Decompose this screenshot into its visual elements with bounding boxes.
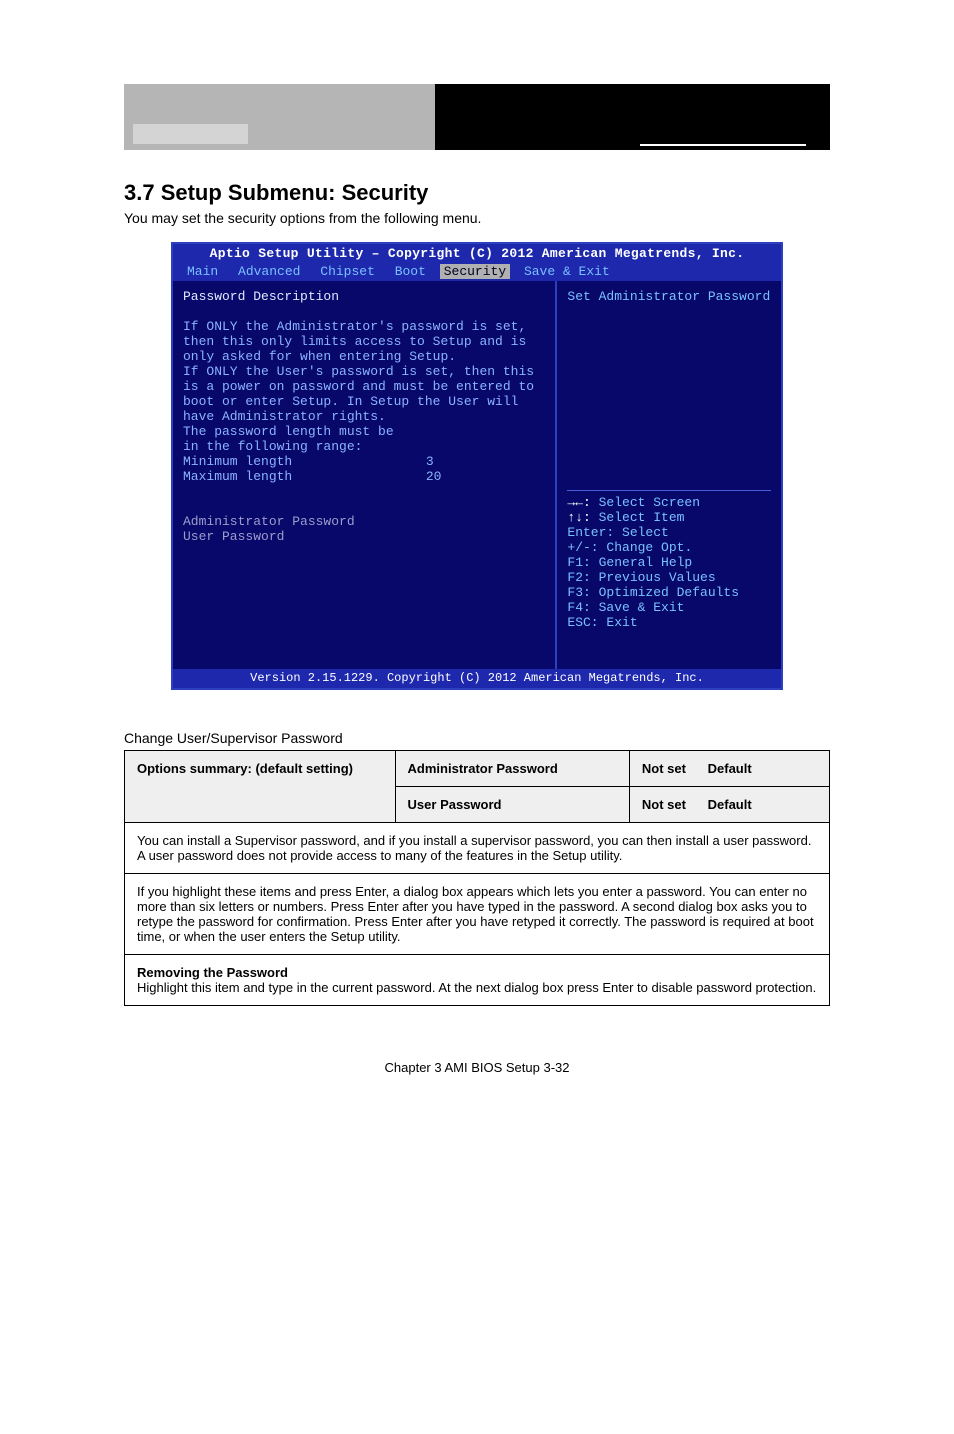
col-admin-password: Administrator Password xyxy=(395,751,629,787)
remove-password-label: Removing the Password xyxy=(137,965,288,980)
min-length-value: 3 xyxy=(426,454,434,469)
bios-desc-line: If ONLY the User's password is set, then… xyxy=(183,364,545,379)
help-line: F4: Save & Exit xyxy=(567,600,771,615)
password-entry-note: If you highlight these items and press E… xyxy=(125,874,830,955)
bios-desc-line: only asked for when entering Setup. xyxy=(183,349,545,364)
col-default-b: Not set Default xyxy=(629,787,829,823)
menu-save-exit[interactable]: Save & Exit xyxy=(518,264,616,279)
change-password-heading: Change User/Supervisor Password xyxy=(124,730,830,746)
bios-left-heading: Password Description xyxy=(183,289,545,304)
admin-password-item[interactable]: Administrator Password xyxy=(183,514,545,529)
col-user-password: User Password xyxy=(395,787,629,823)
bios-desc-line: If ONLY the Administrator's password is … xyxy=(183,319,545,334)
bios-left-pane: Password Description If ONLY the Adminis… xyxy=(173,281,557,669)
max-length-value: 20 xyxy=(426,469,442,484)
menu-advanced[interactable]: Advanced xyxy=(232,264,306,279)
bios-desc-line: boot or enter Setup. In Setup the User w… xyxy=(183,394,545,409)
menu-main[interactable]: Main xyxy=(181,264,224,279)
bios-right-pane: Set Administrator Password →←: Select Sc… xyxy=(557,281,781,669)
section-intro: You may set the security options from th… xyxy=(124,210,830,226)
doc-header-band xyxy=(124,84,830,150)
bios-screenshot: Aptio Setup Utility – Copyright (C) 2012… xyxy=(171,242,783,690)
col-default-a: Not set Default xyxy=(629,751,829,787)
user-password-item[interactable]: User Password xyxy=(183,529,545,544)
bios-desc-line: then this only limits access to Setup an… xyxy=(183,334,545,349)
table-row: Removing the Password Highlight this ite… xyxy=(125,955,830,1006)
page-footer: Chapter 3 AMI BIOS Setup 3-32 xyxy=(0,1060,954,1075)
bios-title: Aptio Setup Utility – Copyright (C) 2012… xyxy=(173,244,781,263)
help-line: +/-: Change Opt. xyxy=(567,540,771,555)
options-header: Options summary: (default setting) xyxy=(125,751,396,823)
help-line: F2: Previous Values xyxy=(567,570,771,585)
bios-help-title: Set Administrator Password xyxy=(567,289,771,304)
header-black-block xyxy=(435,84,830,150)
bios-desc-line: in the following range: xyxy=(183,439,545,454)
bios-min-row: Minimum length 3 xyxy=(183,454,545,469)
menu-boot[interactable]: Boot xyxy=(389,264,432,279)
help-line: F1: General Help xyxy=(567,555,771,570)
help-line: ESC: Exit xyxy=(567,615,771,630)
bios-right-divider xyxy=(567,490,771,491)
help-line: Enter: Select xyxy=(567,525,771,540)
menu-security[interactable]: Security xyxy=(440,264,510,279)
help-line: →←: Select Screen xyxy=(567,495,771,510)
table-row: You can install a Supervisor password, a… xyxy=(125,823,830,874)
table-row: If you highlight these items and press E… xyxy=(125,874,830,955)
menu-chipset[interactable]: Chipset xyxy=(314,264,381,279)
help-line: F3: Optimized Defaults xyxy=(567,585,771,600)
bios-desc-line: have Administrator rights. xyxy=(183,409,545,424)
header-grey-block xyxy=(124,84,435,150)
bios-max-row: Maximum length 20 xyxy=(183,469,545,484)
remove-password-body: Highlight this item and type in the curr… xyxy=(137,980,816,995)
section-heading: 3.7 Setup Submenu: Security xyxy=(124,180,830,206)
options-table: Options summary: (default setting) Admin… xyxy=(124,750,830,1006)
min-length-label: Minimum length xyxy=(183,454,292,469)
header-grey-inset xyxy=(133,124,248,144)
supervisor-note: You can install a Supervisor password, a… xyxy=(125,823,830,874)
help-line: ↑↓: Select Item xyxy=(567,510,771,525)
bios-footer: Version 2.15.1229. Copyright (C) 2012 Am… xyxy=(173,669,781,688)
bios-desc-line: is a power on password and must be enter… xyxy=(183,379,545,394)
header-underline xyxy=(640,144,806,146)
bios-menu-bar[interactable]: Main Advanced Chipset Boot Security Save… xyxy=(173,263,781,281)
bios-desc-line: The password length must be xyxy=(183,424,545,439)
max-length-label: Maximum length xyxy=(183,469,292,484)
remove-password-note: Removing the Password Highlight this ite… xyxy=(125,955,830,1006)
